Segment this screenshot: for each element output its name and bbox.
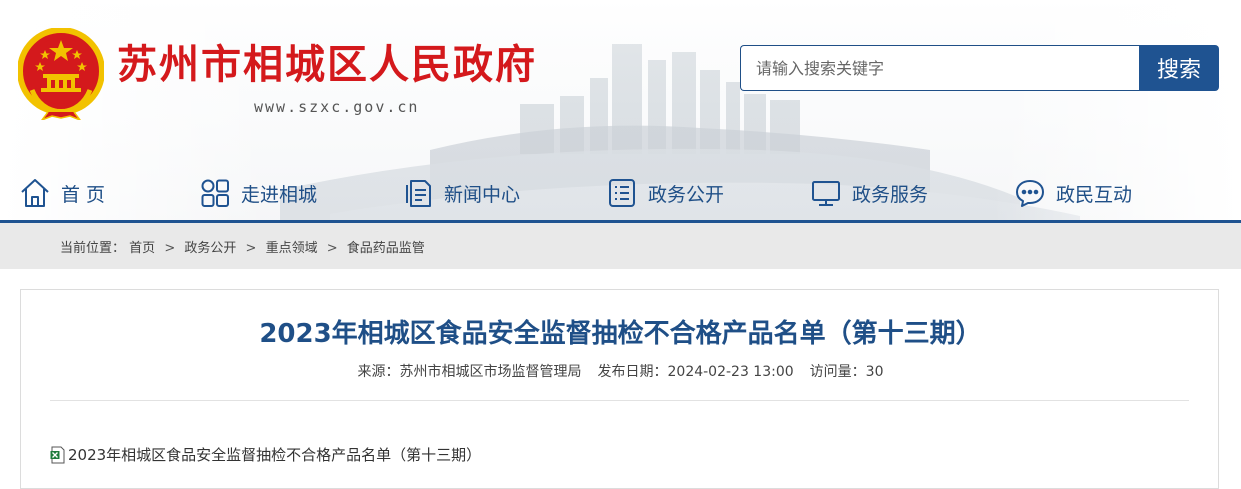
nav-item-label: 走进相城 — [241, 183, 318, 206]
breadcrumb-item-key-areas[interactable]: 重点领域 — [266, 241, 318, 256]
grid-icon — [201, 179, 229, 207]
nav-item-gov-services[interactable]: 政务服务 — [810, 174, 928, 212]
excel-file-icon — [50, 446, 65, 463]
breadcrumb: 当前位置： 首页 > 政务公开 > 重点领域 > 食品药品监管 — [0, 223, 1241, 269]
date-value: 2024-02-23 13:00 — [667, 364, 794, 380]
views-label: 访问量： — [809, 364, 866, 380]
search-button[interactable]: 搜索 — [1139, 45, 1219, 91]
nav-item-home[interactable]: 首 页 — [19, 174, 105, 212]
list-icon — [609, 179, 635, 207]
national-emblem-icon — [18, 28, 104, 120]
chat-icon — [1016, 180, 1044, 207]
article-divider — [50, 400, 1189, 401]
site-url: www.szxc.gov.cn — [254, 98, 420, 116]
nav-item-news[interactable]: 新闻中心 — [402, 174, 520, 212]
nav-item-gov-affairs[interactable]: 政务公开 — [606, 174, 724, 212]
article-meta: 来源：苏州市相城区市场监督管理局 发布日期：2024-02-23 13:00 访问量… — [0, 361, 1241, 381]
breadcrumb-separator: > — [245, 241, 257, 256]
home-icon — [21, 179, 49, 207]
views-value: 30 — [865, 364, 884, 380]
search-input[interactable] — [740, 45, 1140, 91]
breadcrumb-separator: > — [326, 241, 338, 256]
date-label: 发布日期： — [597, 364, 668, 380]
main-nav: 首 页 走进相城 新闻中心 政务公开 政务服务 政民互动 — [0, 166, 1241, 220]
document-icon — [406, 180, 431, 207]
breadcrumb-item-food-drug[interactable]: 食品药品监管 — [347, 241, 425, 256]
nav-item-label: 首 页 — [61, 183, 106, 206]
nav-item-label: 政务服务 — [852, 183, 929, 206]
nav-item-interaction[interactable]: 政民互动 — [1014, 174, 1132, 212]
monitor-icon — [812, 181, 840, 206]
article-title: 2023年相城区食品安全监督抽检不合格产品名单（第十三期） — [259, 319, 982, 349]
breadcrumb-item-home[interactable]: 首页 — [129, 241, 155, 256]
attachment-link[interactable]: 2023年相城区食品安全监督抽检不合格产品名单（第十三期） — [50, 444, 481, 465]
nav-item-about[interactable]: 走进相城 — [199, 174, 317, 212]
breadcrumb-item-gov-affairs[interactable]: 政务公开 — [184, 241, 236, 256]
source-label: 来源： — [357, 364, 400, 380]
attachment-label: 2023年相城区食品安全监督抽检不合格产品名单（第十三期） — [68, 446, 482, 464]
breadcrumb-separator: > — [164, 241, 176, 256]
breadcrumb-trail: 当前位置： 首页 > 政务公开 > 重点领域 > 食品药品监管 — [60, 237, 425, 256]
breadcrumb-prefix: 当前位置： — [60, 241, 126, 256]
nav-item-label: 政民互动 — [1056, 183, 1133, 206]
site-title: 苏州市相城区人民政府 — [117, 42, 537, 88]
search-box: 搜索 — [740, 45, 1219, 91]
nav-item-label: 政务公开 — [648, 183, 725, 206]
nav-item-label: 新闻中心 — [444, 183, 521, 206]
source-value: 苏州市相城区市场监督管理局 — [399, 364, 582, 380]
